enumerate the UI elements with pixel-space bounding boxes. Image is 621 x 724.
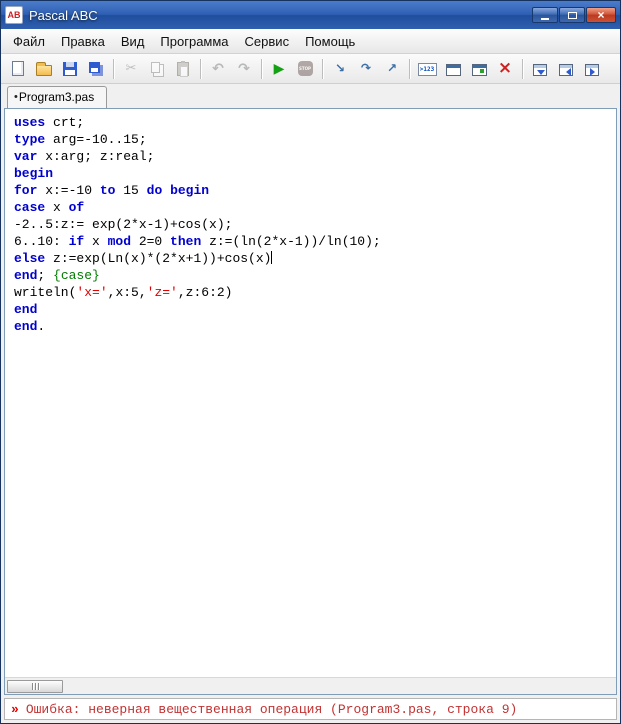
menu-help[interactable]: Помощь [297,30,363,53]
cut-button[interactable] [119,57,143,81]
code-line-5: for x:=-10 to 15 do begin [14,183,210,198]
code-line-9: else z:=exp(Ln(x)*(2*x+1))+cos(x) [14,251,273,266]
step-into-icon [335,61,345,76]
menubar: Файл Правка Вид Программа Сервис Помощь [1,29,620,54]
tab-label: Program3.pas [18,90,95,104]
modules-window-icon [471,63,487,76]
menu-edit[interactable]: Правка [53,30,113,53]
minimize-icon [541,17,549,20]
code-line-12: end [14,302,38,317]
code-line-6: case x of [14,200,85,215]
toolbar-separator [113,58,114,79]
save-all-button[interactable] [84,57,108,81]
code-line-1: uses crt; [14,115,85,130]
toolbar-separator [322,58,323,79]
toolbar-separator [261,58,262,79]
maximize-icon [567,11,577,19]
code-line-8: 6..10: if x mod 2=0 then z:=(ln(2*x-1))/… [14,234,381,249]
toolbar-separator [409,58,410,79]
step-out-button[interactable] [380,57,404,81]
evaluate-expression-icon [417,62,437,76]
tabbar: • Program3.pas [1,84,620,108]
error-status-bar: » Ошибка: неверная вещественная операция… [4,698,617,720]
show-debug-panel-button[interactable] [528,57,552,81]
show-watch-panel-icon [559,63,573,76]
open-file-button[interactable] [32,57,56,81]
tab-modified-marker: • [14,91,18,103]
step-over-icon [361,61,371,76]
window-title: Pascal ABC [29,7,98,23]
horizontal-scrollbar[interactable] [5,677,616,694]
toolbar [1,54,620,84]
code-line-13: end. [14,319,46,334]
show-output-panel-button[interactable] [580,57,604,81]
code-line-3: var x:arg; z:real; [14,149,155,164]
step-into-button[interactable] [328,57,352,81]
editor-frame: uses crt; type arg=-10..15; var x:arg; z:r… [4,108,617,695]
show-watch-panel-button[interactable] [554,57,578,81]
app-icon: AB [5,6,23,24]
text-caret [271,251,273,264]
copy-icon [150,61,160,73]
save-file-button[interactable] [58,57,82,81]
close-icon: × [597,8,605,22]
scrollbar-grip [37,682,39,690]
close-output-window-button[interactable] [493,57,517,81]
open-file-icon [36,61,52,76]
evaluate-expression-button[interactable] [415,57,439,81]
scrollbar-grip [31,682,33,690]
code-line-11: writeln('x=',x:5,'z=',z:6:2) [14,285,233,300]
save-all-icon [89,61,100,73]
window-controls: × [531,7,616,23]
scrollbar-thumb[interactable] [7,679,63,693]
titlebar[interactable]: AB Pascal ABC × [1,1,620,29]
show-output-panel-icon [585,63,599,76]
error-marker: » [11,701,19,717]
minimize-button[interactable] [532,7,558,23]
new-file-button[interactable] [6,57,30,81]
code-editor[interactable]: uses crt; type arg=-10..15; var x:arg; z:r… [5,109,616,677]
stop-icon [297,61,313,76]
undo-button[interactable] [206,57,230,81]
output-window-button[interactable] [441,57,465,81]
redo-icon [238,61,250,77]
menu-view[interactable]: Вид [113,30,153,53]
undo-icon [212,61,224,77]
show-debug-panel-icon [533,63,547,76]
copy-button[interactable] [145,57,169,81]
step-over-button[interactable] [354,57,378,81]
new-file-icon [12,61,24,76]
run-icon [274,61,285,77]
paste-button[interactable] [171,57,195,81]
close-output-window-icon [498,61,512,77]
tab-program3[interactable]: • Program3.pas [7,86,108,108]
output-window-icon [445,63,461,76]
toolbar-separator [522,58,523,79]
paste-icon [177,60,189,77]
save-file-icon [63,61,77,76]
menu-program[interactable]: Программа [152,30,236,53]
pascal-abc-window: AB Pascal ABC × Файл Правка Вид Программа Се… [0,0,621,724]
error-message: Ошибка: неверная вещественная операция (… [25,701,518,717]
toolbar-separator [200,58,201,79]
run-button[interactable] [267,57,291,81]
scrollbar-grip [34,682,36,690]
menu-service[interactable]: Сервис [237,30,298,53]
cut-icon [126,61,137,76]
code-line-4: begin [14,166,54,181]
redo-button[interactable] [232,57,256,81]
stop-button[interactable] [293,57,317,81]
maximize-button[interactable] [559,7,585,23]
code-line-2: type arg=-10..15; [14,132,147,147]
modules-window-button[interactable] [467,57,491,81]
code-line-7: -2..5:z:= exp(2*x-1)+cos(x); [14,217,233,232]
code-line-10: end; {case} [14,268,100,283]
step-out-icon [387,61,397,76]
close-button[interactable]: × [586,7,616,23]
menu-file[interactable]: Файл [5,30,53,53]
